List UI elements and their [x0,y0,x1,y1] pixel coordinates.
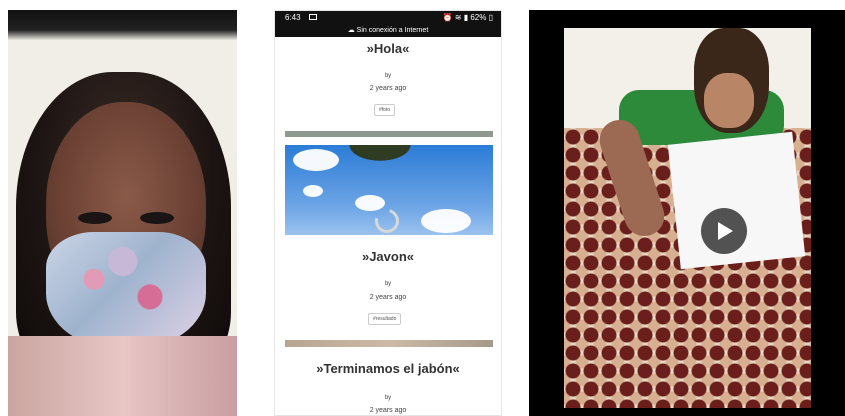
post-title[interactable]: »Hola« [275,41,501,56]
cloud [421,209,471,233]
signal-icon: ▮ [463,13,469,22]
face-mask [46,232,206,350]
offline-banner: ☁ Sin conexión a Internet [275,25,501,37]
portrait-photo [8,10,237,416]
image-strip [285,131,493,137]
post-tag[interactable]: #resultado [368,313,402,325]
child-face [704,73,754,128]
status-right: ⏰ ≋ ▮ 62% ▯ [443,11,493,25]
tree-branch [345,145,415,163]
cloud [303,185,323,197]
play-button[interactable] [701,208,747,254]
post-image[interactable] [285,145,493,235]
alarm-icon: ⏰ [442,13,453,22]
shirt [8,336,237,416]
video-player[interactable] [529,10,845,416]
battery-icon: ▯ [488,13,493,22]
cloud [355,195,385,211]
play-icon [718,222,733,240]
image-icon [309,14,317,20]
post-author: by [384,281,392,287]
cloud [293,149,339,171]
video-frame[interactable] [564,28,811,408]
post-author: by [384,73,392,79]
cloud-off-icon: ☁ [347,27,355,34]
wifi-icon: ≋ [454,13,462,22]
right-eye [140,212,174,224]
image-strip [285,340,493,347]
left-eye [78,212,112,224]
offline-text: Sin conexión a Internet [356,27,429,34]
post-tag[interactable]: #foto [374,104,396,116]
post-date: 2 years ago [369,294,407,301]
post-date: 2 years ago [369,407,407,414]
phone-screenshot: 6:43 ⏰ ≋ ▮ 62% ▯ ☁ Sin conexión a Intern… [274,10,502,416]
post-title[interactable]: »Javon« [275,249,501,264]
status-time: 6:43 [285,13,301,22]
battery-level: 62% [470,13,487,22]
photo-top-edge [8,10,237,40]
post-author: by [384,395,392,401]
post-title[interactable]: »Terminamos el jabón« [275,361,501,376]
post-date: 2 years ago [369,85,407,92]
status-bar: 6:43 ⏰ ≋ ▮ 62% ▯ [275,11,501,25]
